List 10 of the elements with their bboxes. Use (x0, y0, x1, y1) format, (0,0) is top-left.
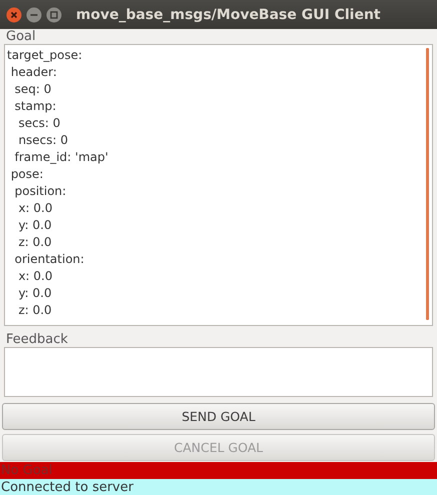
scrollbar-thumb[interactable] (426, 48, 429, 320)
feedback-text-field[interactable] (4, 347, 433, 397)
send-goal-button[interactable]: SEND GOAL (2, 403, 435, 430)
group-label: Feedback (5, 332, 69, 347)
maximize-icon[interactable] (46, 6, 62, 22)
group-label: Goal (5, 29, 37, 44)
minimize-icon[interactable] (26, 6, 42, 22)
goal-text-field[interactable]: target_pose: header: seq: 0 stamp: secs: 0 nsecs: 0 frame_id: 'map' pose: position: x: 0.0 y: 0.0 z: 0.0 orientation: x: 0.0 y: 0.0 z: 0.0 (4, 44, 433, 326)
close-icon[interactable] (6, 6, 22, 22)
window-title: move_base_msgs/MoveBase GUI Client (76, 6, 380, 22)
